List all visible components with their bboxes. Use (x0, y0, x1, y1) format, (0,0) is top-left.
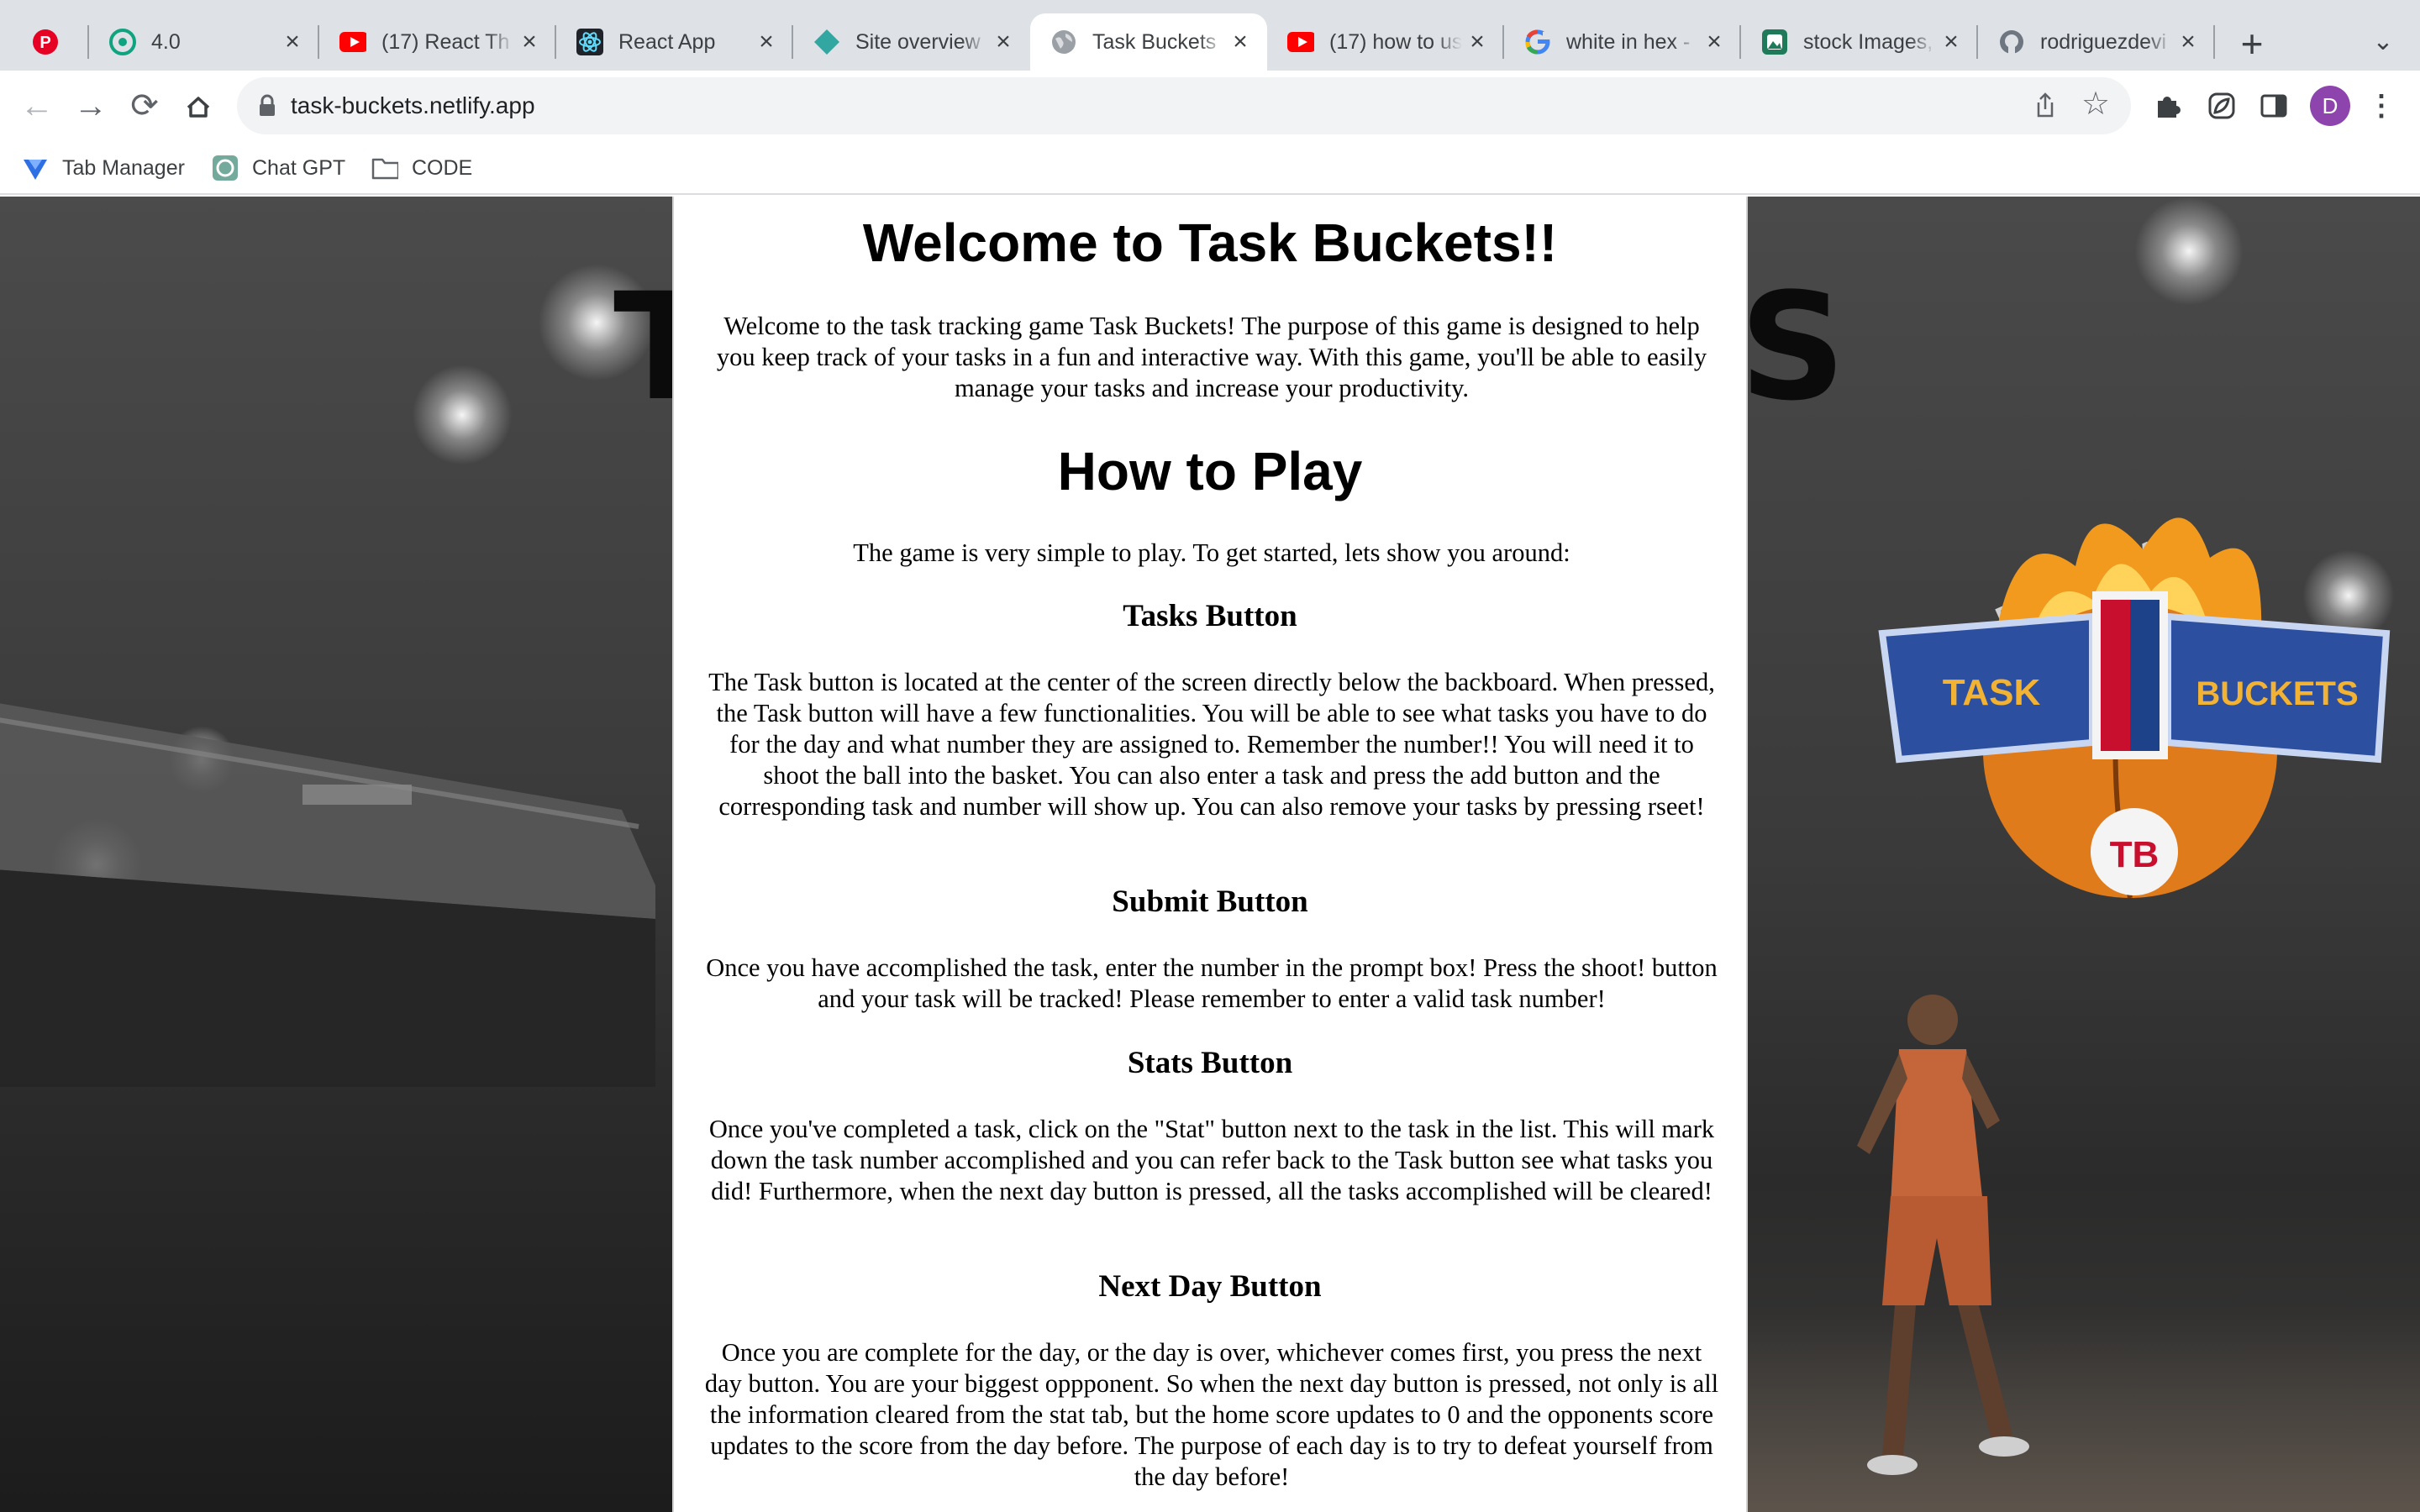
close-icon[interactable]: × (1699, 27, 1729, 57)
chatgpt-icon (109, 29, 136, 55)
tab-manager-icon (22, 155, 49, 181)
forward-arrow-icon[interactable]: → (67, 82, 114, 129)
bookmark-label: CODE (412, 155, 473, 180)
tab-9[interactable]: rodriguezdevi × (1978, 13, 2215, 71)
page-viewport: T S BASKETBALL TASK BUCKETS TB Welcome t… (0, 197, 2420, 1512)
tab-8[interactable]: stock Images, × (1741, 13, 1978, 71)
arena-light (412, 365, 513, 465)
tab-title: (17) React Th (381, 29, 510, 54)
pinterest-icon: P (32, 29, 59, 55)
back-arrow-icon[interactable]: ← (13, 82, 60, 129)
youtube-icon (1287, 29, 1314, 55)
background-title-letter-right: S (1739, 261, 1846, 433)
share-icon[interactable] (2028, 89, 2062, 123)
section-body-submit-button: Once you have accomplished the task, ent… (706, 953, 1718, 1013)
home-icon[interactable] (175, 82, 222, 129)
close-icon[interactable]: × (1225, 27, 1255, 57)
tab-2[interactable]: (17) React Th × (319, 13, 556, 71)
tab-title: Site overview (855, 29, 981, 54)
how-to-play-intro: The game is very simple to play. To get … (853, 538, 1570, 567)
chatgpt-icon (212, 155, 239, 181)
logo-tb-text: TB (2110, 834, 2160, 875)
address-bar[interactable]: task-buckets.netlify.app ☆ (237, 77, 2131, 134)
tab-1[interactable]: 4.0 × (89, 13, 319, 71)
profile-avatar[interactable]: D (2310, 86, 2350, 126)
close-icon[interactable]: × (514, 27, 544, 57)
tab-search-chevron-icon[interactable]: ⌄ (2363, 22, 2403, 62)
reload-icon[interactable]: ⟳ (121, 82, 168, 129)
close-icon[interactable]: × (2173, 27, 2203, 57)
new-tab-button[interactable]: + (2230, 22, 2274, 66)
bookmark-label: Chat GPT (252, 155, 346, 180)
lock-icon[interactable] (259, 94, 276, 118)
bookmark-star-icon[interactable]: ☆ (2077, 86, 2114, 123)
tab-title: Task Buckets (1092, 29, 1217, 54)
close-icon[interactable]: × (1462, 27, 1492, 57)
how-to-play-heading: How to Play (1057, 441, 1363, 501)
section-heading-stats-button: Stats Button (1127, 1046, 1293, 1080)
svg-text:P: P (39, 34, 50, 52)
bookmark-chat-gpt[interactable]: Chat GPT (212, 151, 345, 185)
close-icon[interactable]: × (988, 27, 1018, 57)
tab-active[interactable]: Task Buckets × (1030, 13, 1267, 71)
section-body-tasks-button: The Task button is located at the center… (708, 668, 1715, 821)
section-heading-submit-button: Submit Button (1112, 885, 1308, 919)
google-icon (1524, 29, 1551, 55)
more-menu-icon[interactable]: ⋮ (2366, 84, 2396, 128)
extensions-puzzle-icon[interactable] (2148, 86, 2188, 126)
extension-leaf-icon[interactable] (2202, 86, 2242, 126)
globe-icon (1050, 29, 1077, 55)
instructions-panel: Welcome to Task Buckets!! Welcome to the… (672, 197, 1748, 1512)
bookmark-label: Tab Manager (62, 155, 185, 180)
section-body-next-day-button: Once you are complete for the day, or th… (704, 1338, 1719, 1491)
page-title: Welcome to Task Buckets!! (862, 213, 1558, 273)
bookmark-code-folder[interactable]: CODE (371, 151, 472, 185)
close-icon[interactable]: × (751, 27, 781, 57)
logo-buckets-text: BUCKETS (2196, 675, 2358, 712)
github-icon (1998, 29, 2025, 55)
tab-title: React App (618, 29, 716, 54)
task-buckets-logo: BASKETBALL TASK BUCKETS TB (1878, 517, 2391, 899)
tab-separator (2213, 25, 2215, 59)
image-icon (1761, 29, 1788, 55)
side-panel-icon[interactable] (2254, 86, 2294, 126)
section-heading-tasks-button: Tasks Button (1123, 599, 1297, 633)
tab-6[interactable]: (17) how to us × (1267, 13, 1504, 71)
bookmarks-bar: Tab Manager Chat GPT CODE (0, 141, 2420, 195)
section-body-stats-button: Once you've completed a task, click on t… (708, 1115, 1715, 1205)
tab-3[interactable]: React App × (556, 13, 793, 71)
tab-title: 4.0 (151, 29, 181, 54)
tab-4[interactable]: Site overview × (793, 13, 1030, 71)
bookmark-tab-manager[interactable]: Tab Manager (22, 151, 185, 185)
tab-strip: P 4.0 × (17) React Th × React App × Site… (0, 0, 2420, 71)
tab-title: rodriguezdevi (2040, 29, 2167, 54)
tab-title: stock Images, (1803, 29, 1933, 54)
tab-title: (17) how to us (1329, 29, 1462, 54)
react-icon (576, 29, 603, 55)
section-heading-next-day-button: Next Day Button (1098, 1269, 1322, 1304)
close-icon[interactable]: × (277, 27, 308, 57)
close-icon[interactable]: × (1936, 27, 1966, 57)
youtube-icon (339, 29, 366, 55)
intro-paragraph: Welcome to the task tracking game Task B… (716, 312, 1707, 402)
logo-task-text: TASK (1943, 672, 2041, 713)
url-text[interactable]: task-buckets.netlify.app (291, 77, 535, 134)
basketball-player-image (1857, 995, 2029, 1475)
folder-icon (371, 155, 398, 181)
tab-7[interactable]: white in hex - × (1504, 13, 1741, 71)
basketball-hoop-structure (0, 703, 655, 1087)
tab-title: white in hex - (1566, 29, 1691, 54)
arena-light (2134, 197, 2244, 306)
netlify-icon (813, 29, 840, 55)
tab-pinned[interactable]: P (0, 13, 89, 71)
